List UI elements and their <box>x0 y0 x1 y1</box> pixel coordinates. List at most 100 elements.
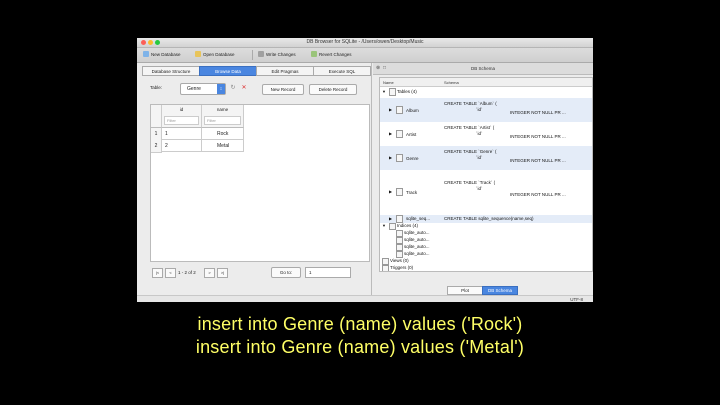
goto-input[interactable]: 1 <box>305 267 351 278</box>
table-sql: CREATE TABLE `Track` ( <box>444 180 496 185</box>
table-icon <box>396 215 403 223</box>
tree-item-index[interactable]: sqlite_auto... <box>380 251 592 258</box>
table-sql: CREATE TABLE sqlite_sequence(name,seq) <box>444 216 534 221</box>
index-icon <box>396 230 403 237</box>
table-sql-type: INTEGER NOT NULL PR ... <box>510 134 566 139</box>
table-name: Track <box>406 190 418 195</box>
new-record-button[interactable]: New Record <box>262 84 304 95</box>
tab-browse-data[interactable]: Browse Data <box>199 66 257 76</box>
row-number[interactable]: 2 <box>151 140 162 153</box>
tree-item-tables[interactable]: ▼ Tables (4) <box>380 88 592 96</box>
clear-filters-icon[interactable]: ✕ <box>240 84 248 92</box>
tree-item-table[interactable]: ▶ Artist CREATE TABLE `Artist` ( `id` IN… <box>380 122 592 146</box>
table-name: Album <box>406 108 419 113</box>
record-count: 1 - 2 of 2 <box>178 270 196 275</box>
table-sql-column: `id` <box>476 131 483 136</box>
views-label: Views (0) <box>390 258 409 263</box>
filter-placeholder-name: Filter <box>207 118 216 123</box>
folder-icon <box>382 258 389 265</box>
write-changes-label: Write Changes <box>266 51 296 57</box>
new-database-button[interactable]: New Database <box>143 51 181 57</box>
index-name: sqlite_auto... <box>404 244 430 249</box>
table-sql-column: `id` <box>476 155 483 160</box>
index-name: sqlite_auto... <box>404 230 430 235</box>
column-name-header: Name <box>383 80 394 85</box>
table-row[interactable]: 1 1 Rock <box>151 128 244 141</box>
table-icon <box>396 106 403 114</box>
tree-item-table[interactable]: ▶ Album CREATE TABLE `Album` ( `id` INTE… <box>380 98 592 122</box>
tree-item-views[interactable]: Views (0) <box>380 258 592 265</box>
previous-page-button[interactable]: < <box>165 268 176 278</box>
tree-item-table[interactable]: ▶ Track CREATE TABLE `Track` ( `id` INTE… <box>380 170 592 214</box>
chevron-down-icon: ▼ <box>382 223 386 228</box>
last-page-button[interactable]: >| <box>217 268 228 278</box>
table-sql-type: INTEGER NOT NULL PR ... <box>510 158 566 163</box>
column-header-id[interactable]: id Filter <box>162 105 202 128</box>
index-name: sqlite_auto... <box>404 237 430 242</box>
table-row[interactable]: 2 2 Metal <box>151 140 244 153</box>
tree-item-index[interactable]: sqlite_auto... <box>380 230 592 237</box>
encoding-indicator: UTF-8 <box>570 297 583 302</box>
triggers-label: Triggers (0) <box>390 265 414 270</box>
refresh-icon[interactable]: ↻ <box>229 84 237 92</box>
tables-label: Tables (4) <box>397 89 417 94</box>
caption-line-2: insert into Genre (name) values ('Metal'… <box>195 337 525 357</box>
window-title: DB Browser for SQLite - /Users/owen/Desk… <box>306 39 424 45</box>
tab-execute-sql[interactable]: Execute SQL <box>313 66 371 76</box>
column-schema-header: Schema <box>444 80 459 85</box>
write-changes-icon <box>258 51 264 57</box>
first-page-button[interactable]: |< <box>152 268 163 278</box>
open-database-button[interactable]: Open Database <box>195 51 235 57</box>
filter-placeholder-id: Filter <box>167 118 176 123</box>
data-grid: id Filter name Filter 1 1 Rock 2 2 Metal <box>150 104 370 262</box>
schema-pane: ⊗ □ DB Schema Name Schema ▼ Tables (4) ▶… <box>373 63 593 302</box>
tab-plot[interactable]: Plot <box>447 286 483 295</box>
bottom-tabs: Plot DB Schema <box>447 286 518 295</box>
filter-input-name[interactable]: Filter <box>204 116 241 125</box>
index-icon <box>396 244 403 251</box>
table-icon <box>396 130 403 138</box>
tree-item-indices[interactable]: ▼ Indices (4) <box>380 223 592 230</box>
table-select[interactable]: Genre ↕ <box>180 83 226 95</box>
next-page-button[interactable]: > <box>204 268 215 278</box>
tab-database-structure[interactable]: Database Structure <box>142 66 200 76</box>
revert-changes-button[interactable]: Revert Changes <box>311 51 352 57</box>
chevron-right-icon: ▶ <box>389 216 393 221</box>
caption-line-1: insert into Genre (name) values ('Rock') <box>197 314 523 334</box>
tab-edit-pragmas[interactable]: Edit Pragmas <box>256 66 314 76</box>
tree-item-table[interactable]: ▶ sqlite_seq... CREATE TABLE sqlite_sequ… <box>380 215 592 223</box>
title-bar: DB Browser for SQLite - /Users/owen/Desk… <box>137 38 593 48</box>
tab-db-schema[interactable]: DB Schema <box>482 286 518 295</box>
cell-name[interactable]: Rock <box>202 128 244 140</box>
cell-id[interactable]: 2 <box>162 140 202 152</box>
folder-icon <box>389 223 396 230</box>
cell-id[interactable]: 1 <box>162 128 202 140</box>
table-icon <box>396 154 403 162</box>
toolbar: New Database Open Database Write Changes… <box>137 48 593 63</box>
column-name-name: name <box>216 107 229 112</box>
tree-item-index[interactable]: sqlite_auto... <box>380 244 592 251</box>
revert-changes-label: Revert Changes <box>319 51 352 57</box>
goto-button[interactable]: Go to: <box>271 267 301 278</box>
table-sql-type: INTEGER NOT NULL PR ... <box>510 110 566 115</box>
index-icon <box>396 237 403 244</box>
schema-tree-header: Name Schema <box>380 78 592 87</box>
tree-item-table[interactable]: ▶ Genre CREATE TABLE `Genre` ( `id` INTE… <box>380 146 592 170</box>
table-icon <box>396 188 403 196</box>
delete-record-button[interactable]: Delete Record <box>309 84 357 95</box>
column-header-name[interactable]: name Filter <box>202 105 244 128</box>
tree-item-index[interactable]: sqlite_auto... <box>380 237 592 244</box>
chevron-right-icon: ▶ <box>389 155 393 160</box>
main-tabs: Database Structure Browse Data Edit Prag… <box>142 66 371 76</box>
cell-name[interactable]: Metal <box>202 140 244 152</box>
filter-input-id[interactable]: Filter <box>164 116 199 125</box>
write-changes-button[interactable]: Write Changes <box>258 51 296 57</box>
table-sql-column: `id` <box>476 186 483 191</box>
schema-pane-title: DB Schema <box>470 66 495 71</box>
toolbar-divider <box>252 50 253 60</box>
open-database-icon <box>195 51 201 57</box>
table-sql: CREATE TABLE `Genre` ( <box>444 149 497 154</box>
open-database-label: Open Database <box>203 51 235 57</box>
table-sql-type: INTEGER NOT NULL PR ... <box>510 192 566 197</box>
tree-item-triggers[interactable]: Triggers (0) <box>380 265 592 271</box>
